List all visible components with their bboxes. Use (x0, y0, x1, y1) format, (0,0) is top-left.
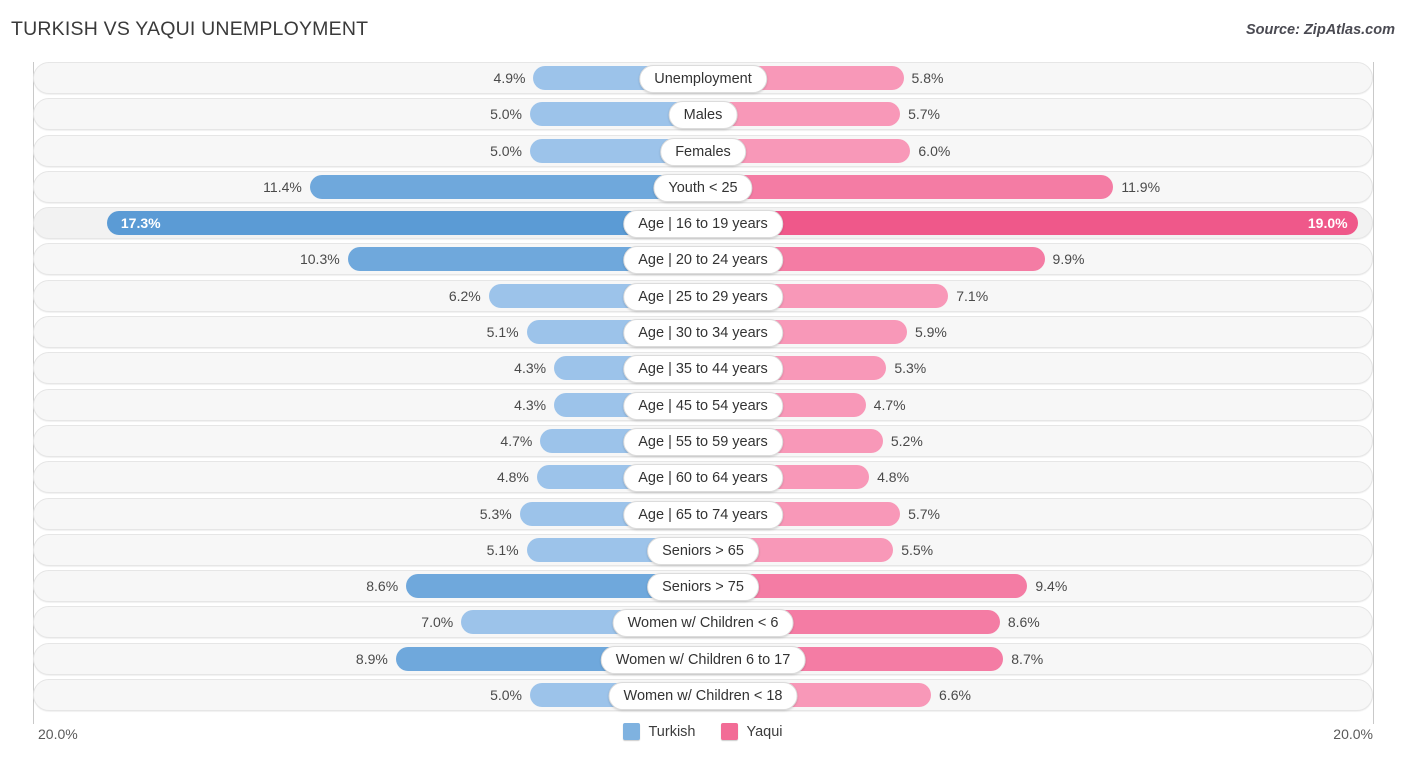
category-label-pill[interactable]: Females (660, 137, 746, 166)
category-label-pill[interactable]: Women w/ Children 6 to 17 (600, 645, 806, 674)
value-label-yaqui: 5.3% (894, 360, 927, 377)
value-label-yaqui: 4.7% (873, 396, 906, 413)
value-label-yaqui: 5.8% (911, 70, 944, 86)
value-label-turkish: 4.7% (500, 432, 533, 449)
value-label-yaqui: 11.9% (1121, 178, 1161, 195)
page-title: TURKISH VS YAQUI UNEMPLOYMENT (11, 18, 369, 40)
value-label-turkish: 4.3% (514, 396, 547, 413)
category-label-pill[interactable]: Seniors > 75 (647, 573, 759, 602)
category-label-pill[interactable]: Age | 65 to 74 years (623, 500, 783, 529)
chart-row[interactable]: 4.3% 4.7% Age | 45 to 54 years (33, 388, 1373, 421)
value-label-yaqui: 5.9% (914, 324, 947, 341)
value-label-turkish: 5.1% (486, 324, 519, 341)
value-label-turkish: 10.3% (299, 251, 340, 268)
chart-row[interactable]: 6.2% 7.1% Age | 25 to 29 years (33, 279, 1373, 312)
category-label-pill[interactable]: Age | 55 to 59 years (623, 427, 783, 456)
chart-row[interactable]: 5.3% 5.7% Age | 65 to 74 years (33, 497, 1373, 530)
value-label-turkish: 5.1% (486, 541, 519, 558)
value-label-yaqui: 5.7% (908, 505, 940, 522)
value-label-turkish: 17.3% (120, 215, 161, 232)
value-label-turkish: 7.0% (421, 614, 454, 631)
value-label-turkish: 5.0% (490, 106, 522, 123)
category-label-pill[interactable]: Age | 25 to 29 years (623, 282, 783, 311)
value-label-turkish: 4.9% (493, 70, 526, 86)
legend-swatch-turkish (623, 723, 641, 740)
bar-turkish[interactable] (106, 211, 703, 238)
chart-row[interactable]: 5.0% 6.0% Females (33, 134, 1373, 167)
value-label-turkish: 5.0% (490, 687, 522, 704)
value-label-yaqui: 4.8% (877, 469, 910, 486)
chart-row[interactable]: 4.8% 4.8% Age | 60 to 64 years (33, 461, 1373, 494)
chart-row[interactable]: 4.7% 5.2% Age | 55 to 59 years (33, 424, 1373, 457)
value-label-yaqui: 7.1% (956, 287, 989, 304)
chart-row[interactable]: 8.6% 9.4% Seniors > 75 (33, 570, 1373, 603)
category-label-pill[interactable]: Unemployment (639, 65, 767, 93)
value-label-yaqui: 9.9% (1052, 251, 1085, 268)
category-label-pill[interactable]: Youth < 25 (653, 173, 753, 202)
value-label-yaqui: 8.6% (1007, 614, 1040, 631)
bar-turkish[interactable] (309, 174, 703, 201)
chart-row[interactable]: 4.9% 5.8% Unemployment (33, 62, 1373, 94)
category-label-pill[interactable]: Age | 60 to 64 years (623, 464, 783, 493)
value-label-turkish: 6.2% (448, 287, 481, 304)
legend-item-turkish[interactable]: Turkish (623, 723, 695, 740)
value-label-turkish: 4.3% (514, 360, 547, 377)
chart-row[interactable]: 5.0% 5.7% Males (33, 98, 1373, 131)
value-label-turkish: 8.6% (366, 578, 399, 595)
chart-row[interactable]: 17.3% 19.0% Age | 16 to 19 years (33, 207, 1373, 240)
chart-row[interactable]: 7.0% 8.6% Women w/ Children < 6 (33, 606, 1373, 639)
value-label-yaqui: 6.0% (918, 142, 951, 159)
category-label-pill[interactable]: Women w/ Children < 18 (608, 682, 798, 711)
value-label-yaqui: 9.4% (1035, 578, 1068, 595)
chart-row[interactable]: 4.3% 5.3% Age | 35 to 44 years (33, 352, 1373, 385)
category-label-pill[interactable]: Age | 16 to 19 years (623, 210, 783, 239)
category-label-pill[interactable]: Age | 35 to 44 years (623, 355, 783, 384)
value-label-yaqui: 5.5% (901, 541, 934, 558)
chart-plot-area: 4.9% 5.8% Unemployment 5.0% 5.7% Males 5.0% 6.0… (33, 62, 1373, 717)
chart-row[interactable]: 5.0% 6.6% Women w/ Children < 18 (33, 679, 1373, 712)
value-label-yaqui: 6.6% (939, 687, 971, 704)
category-label-pill[interactable]: Males (668, 101, 738, 130)
chart-row[interactable]: 11.4% 11.9% Youth < 25 (33, 170, 1373, 203)
category-label-pill[interactable]: Age | 30 to 34 years (623, 319, 783, 348)
axis-line-right (1373, 62, 1374, 724)
chart-row[interactable]: 10.3% 9.9% Age | 20 to 24 years (33, 243, 1373, 276)
category-label-pill[interactable]: Age | 20 to 24 years (623, 246, 783, 275)
value-label-turkish: 11.4% (263, 178, 302, 195)
value-label-yaqui: 5.7% (908, 106, 940, 123)
value-label-turkish: 5.0% (490, 142, 522, 159)
source-attribution: Source: ZipAtlas.com (1245, 22, 1395, 38)
chart-page: TURKISH VS YAQUI UNEMPLOYMENT Source: Zi… (0, 0, 1406, 757)
legend-swatch-yaqui (721, 723, 739, 740)
legend-label-turkish: Turkish (648, 723, 696, 740)
value-label-turkish: 8.9% (355, 650, 388, 667)
value-label-yaqui: 8.7% (1011, 650, 1044, 667)
value-label-yaqui: 19.0% (1307, 215, 1348, 232)
value-label-yaqui: 5.2% (890, 432, 923, 449)
bar-yaqui[interactable] (704, 211, 1358, 238)
chart-row[interactable]: 5.1% 5.5% Seniors > 65 (33, 533, 1373, 566)
chart-row[interactable]: 8.9% 8.7% Women w/ Children 6 to 17 (33, 642, 1373, 675)
chart-row[interactable]: 5.1% 5.9% Age | 30 to 34 years (33, 316, 1373, 349)
category-label-pill[interactable]: Seniors > 65 (647, 536, 759, 565)
chart-legend: Turkish Yaqui (0, 723, 1406, 740)
value-label-turkish: 5.3% (479, 505, 512, 522)
legend-label-yaqui: Yaqui (746, 723, 783, 740)
category-label-pill[interactable]: Age | 45 to 54 years (623, 391, 783, 420)
value-label-turkish: 4.8% (496, 469, 529, 486)
legend-item-yaqui[interactable]: Yaqui (721, 723, 783, 740)
category-label-pill[interactable]: Women w/ Children < 6 (612, 609, 794, 638)
bar-yaqui[interactable] (704, 174, 1114, 201)
